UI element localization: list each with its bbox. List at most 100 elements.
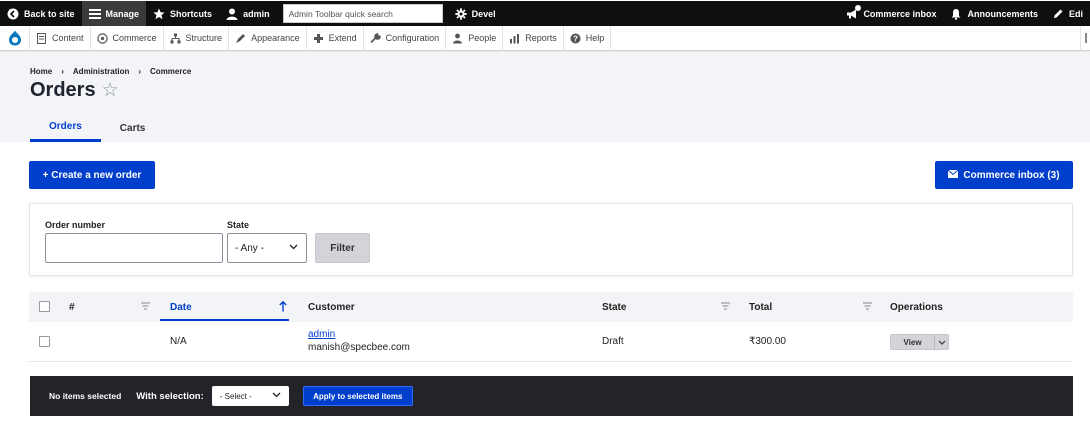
bulk-action-select[interactable]: - Select -: [211, 386, 289, 406]
table-row: N/A admin manish@specbee.com Draft ₹300.…: [29, 322, 1073, 362]
operations-toggle[interactable]: [935, 335, 948, 349]
user-icon: [226, 8, 238, 20]
column-header-customer[interactable]: Customer: [308, 292, 355, 322]
menu-item-help[interactable]: ? Help: [564, 25, 612, 51]
bulk-action-select-value: - Select -: [219, 391, 252, 401]
state-select-value: - Any -: [235, 242, 264, 254]
menu-icon: [88, 8, 101, 20]
envelope-icon: [948, 169, 959, 181]
breadcrumb-home[interactable]: Home: [30, 67, 52, 76]
pencil-icon: [1052, 8, 1064, 20]
column-header-state[interactable]: State: [602, 292, 626, 322]
breadcrumb: Home › Administration › Commerce: [30, 67, 191, 76]
menu-item-commerce[interactable]: Commerce: [91, 25, 164, 51]
sort-icon[interactable]: [141, 302, 150, 310]
svg-text:?: ?: [573, 34, 578, 43]
edit-tab[interactable]: Edi: [1045, 1, 1090, 26]
order-number-label: Order number: [45, 220, 106, 230]
menu-item-extend[interactable]: Extend: [307, 25, 364, 51]
chevron-down-icon: [272, 392, 281, 398]
operations-dropbutton: View: [890, 334, 949, 350]
order-state-cell: Draft: [602, 336, 624, 347]
order-total-cell: ₹300.00: [749, 336, 786, 347]
page-title: Orders ☆: [30, 79, 119, 102]
column-header-number[interactable]: #: [69, 292, 75, 322]
view-button[interactable]: View: [891, 335, 935, 349]
menu-item-configuration[interactable]: Configuration: [364, 25, 447, 51]
column-header-total[interactable]: Total: [749, 292, 772, 322]
menu-item-content-label: Content: [52, 33, 84, 43]
commerce-inbox-button-label: Commerce inbox (3): [963, 169, 1060, 181]
column-header-date[interactable]: Date: [170, 292, 192, 322]
notification-dot: [855, 4, 862, 11]
menu-item-reports-label: Reports: [525, 33, 557, 43]
reports-icon: [509, 33, 520, 44]
menu-item-people[interactable]: People: [446, 25, 504, 51]
menu-item-commerce-label: Commerce: [112, 33, 157, 43]
order-date-cell: N/A: [170, 336, 187, 347]
orders-table: # Date Customer State Total Operations N…: [29, 292, 1073, 362]
breadcrumb-commerce[interactable]: Commerce: [150, 67, 191, 76]
back-to-site-link[interactable]: Back to site: [0, 1, 82, 26]
filter-button[interactable]: Filter: [315, 233, 370, 263]
tab-carts[interactable]: Carts: [101, 114, 165, 142]
devel-label: Devel: [471, 8, 496, 19]
toolbar-search-input[interactable]: Admin Toolbar quick search: [282, 4, 443, 23]
menu-item-appearance-label: Appearance: [251, 33, 300, 43]
sort-icon[interactable]: [721, 302, 730, 310]
create-new-order-button[interactable]: + Create a new order: [29, 161, 155, 189]
customer-email: manish@specbee.com: [308, 342, 410, 353]
apply-to-selected-button[interactable]: Apply to selected items: [302, 386, 413, 406]
page-title-text: Orders: [30, 79, 96, 101]
user-tab[interactable]: admin: [219, 1, 277, 26]
order-number-input[interactable]: [45, 233, 223, 263]
bell-icon: [950, 8, 962, 20]
commerce-inbox-tab[interactable]: Commerce inbox: [839, 1, 943, 26]
menu-item-reports[interactable]: Reports: [503, 25, 564, 51]
sort-icon[interactable]: [863, 302, 872, 310]
chevron-down-icon: [289, 244, 298, 250]
selection-status: No items selected: [49, 391, 122, 401]
primary-tabs: Orders Carts: [30, 114, 164, 142]
help-icon: ?: [570, 33, 581, 44]
tray-orientation-toggle[interactable]: [1080, 25, 1090, 51]
customer-cell: admin manish@specbee.com: [308, 329, 410, 353]
shortcuts-label: Shortcuts: [170, 8, 213, 19]
sort-ascending-arrow-icon[interactable]: [279, 301, 287, 312]
menu-item-content[interactable]: Content: [30, 25, 91, 51]
commerce-inbox-button[interactable]: Commerce inbox (3): [935, 161, 1073, 189]
menu-item-extend-label: Extend: [328, 33, 357, 43]
breadcrumb-separator: ›: [61, 67, 64, 76]
back-to-site-label: Back to site: [24, 8, 75, 19]
extend-icon: [313, 33, 324, 44]
row-select-checkbox[interactable]: [39, 336, 50, 347]
structure-icon: [170, 33, 181, 44]
menu-item-appearance[interactable]: Appearance: [229, 25, 307, 51]
manage-tab[interactable]: Manage: [81, 1, 147, 26]
shortcuts-tab[interactable]: Shortcuts: [146, 1, 219, 26]
announcements-tab[interactable]: Announcements: [943, 1, 1045, 26]
bulk-actions-bar: No items selected With selection: - Sele…: [30, 376, 1073, 416]
customer-name-link[interactable]: admin: [308, 329, 410, 340]
page-header: Home › Administration › Commerce Orders …: [0, 52, 1090, 142]
table-header: # Date Customer State Total Operations: [29, 292, 1073, 322]
state-select[interactable]: - Any -: [227, 233, 307, 263]
with-selection-label: With selection:: [136, 390, 204, 402]
tab-orders[interactable]: Orders: [30, 114, 101, 142]
sort-active-indicator: [160, 319, 289, 321]
breadcrumb-administration[interactable]: Administration: [73, 67, 129, 76]
menu-item-people-label: People: [468, 33, 497, 43]
drupal-logo[interactable]: [0, 25, 30, 51]
menu-item-structure[interactable]: Structure: [164, 25, 230, 51]
menu-item-structure-label: Structure: [185, 33, 223, 43]
column-header-operations: Operations: [890, 301, 943, 313]
devel-tab[interactable]: Devel: [448, 1, 503, 26]
shortcut-star-icon[interactable]: ☆: [102, 79, 119, 102]
user-label: admin: [243, 8, 270, 19]
filter-panel: Order number State - Any - Filter: [29, 203, 1073, 276]
star-icon: [153, 8, 165, 20]
select-all-checkbox[interactable]: [39, 301, 50, 312]
commerce-icon: [96, 32, 108, 44]
gear-icon: [454, 7, 467, 20]
drupal-drop-icon: [8, 30, 21, 46]
